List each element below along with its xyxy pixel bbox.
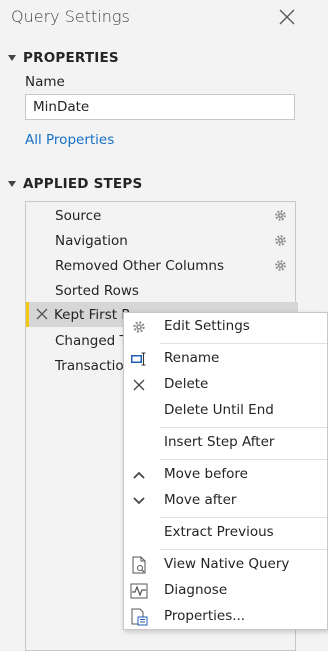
step-label: Kept First R	[54, 306, 131, 323]
menu-item-label: Delete	[164, 376, 209, 392]
menu-item-label: Insert Step After	[164, 434, 275, 450]
menu-item-label: Rename	[164, 350, 220, 366]
menu-item-insert-step-after[interactable]: Insert Step After	[124, 430, 327, 456]
menu-separator	[160, 459, 327, 460]
menu-item-label: Extract Previous	[164, 524, 274, 540]
name-label: Name	[25, 74, 65, 90]
collapse-triangle-icon	[8, 181, 16, 187]
query-settings-header: Query Settings	[0, 0, 328, 36]
menu-item-label: Diagnose	[164, 582, 228, 598]
menu-item-extract-previous[interactable]: Extract Previous	[124, 520, 327, 546]
step-label: Sorted Rows	[55, 282, 139, 299]
menu-item-properties[interactable]: Properties...	[124, 604, 327, 630]
step-label: Transaction	[55, 357, 133, 374]
step-removed-other-columns[interactable]: Removed Other Columns	[27, 253, 295, 278]
chevron-down-icon	[130, 492, 148, 510]
gear-icon[interactable]	[274, 234, 287, 247]
menu-separator	[160, 343, 327, 344]
menu-item-diagnose[interactable]: Diagnose	[124, 578, 327, 604]
step-label: Navigation	[55, 232, 128, 249]
menu-separator	[160, 427, 327, 428]
menu-item-label: View Native Query	[164, 556, 290, 572]
name-field[interactable]	[25, 94, 295, 120]
delete-step-icon[interactable]	[36, 308, 48, 320]
step-label: Source	[55, 207, 102, 224]
menu-item-label: Edit Settings	[164, 318, 250, 334]
menu-item-edit-settings[interactable]: Edit Settings	[124, 314, 327, 340]
step-navigation[interactable]: Navigation	[27, 228, 295, 253]
collapse-triangle-icon	[8, 55, 16, 61]
gear-icon[interactable]	[274, 209, 287, 222]
menu-item-move-after[interactable]: Move after	[124, 488, 327, 514]
properties-icon	[130, 608, 148, 626]
menu-item-label: Properties...	[164, 608, 246, 624]
properties-heading: PROPERTIES	[23, 50, 119, 66]
close-icon[interactable]	[279, 9, 295, 25]
menu-separator	[160, 517, 327, 518]
menu-item-label: Move before	[164, 466, 248, 482]
gear-icon	[130, 318, 148, 336]
step-context-menu: Edit Settings Rename Delete Delete Until…	[123, 312, 328, 630]
menu-separator	[160, 549, 327, 550]
chevron-up-icon	[130, 466, 148, 484]
menu-item-label: Move after	[164, 492, 237, 508]
applied-steps-section-header[interactable]: APPLIED STEPS	[8, 176, 142, 192]
step-label: Removed Other Columns	[55, 257, 225, 274]
delete-x-icon	[130, 376, 148, 394]
all-properties-link[interactable]: All Properties	[25, 132, 114, 148]
native-query-icon	[130, 556, 148, 574]
diagnose-icon	[130, 582, 148, 600]
properties-section-header[interactable]: PROPERTIES	[8, 50, 119, 66]
menu-item-delete-until-end[interactable]: Delete Until End	[124, 398, 327, 424]
step-label: Changed T	[55, 332, 128, 349]
menu-item-label: Delete Until End	[164, 402, 274, 418]
step-source[interactable]: Source	[27, 203, 295, 228]
applied-steps-heading: APPLIED STEPS	[23, 176, 143, 192]
menu-item-move-before[interactable]: Move before	[124, 462, 327, 488]
rename-icon	[130, 350, 148, 368]
gear-icon[interactable]	[274, 259, 287, 272]
menu-item-rename[interactable]: Rename	[124, 346, 327, 372]
pane-title: Query Settings	[11, 7, 130, 26]
step-sorted-rows[interactable]: Sorted Rows	[27, 278, 295, 303]
menu-item-delete[interactable]: Delete	[124, 372, 327, 398]
menu-item-view-native-query[interactable]: View Native Query	[124, 552, 327, 578]
